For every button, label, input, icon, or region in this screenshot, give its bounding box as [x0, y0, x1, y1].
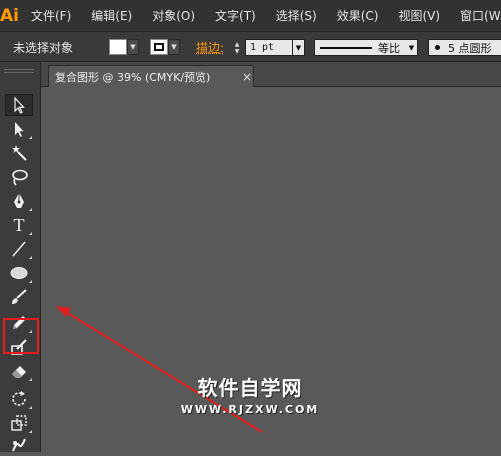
menu-effect[interactable]: 效果(C) — [337, 7, 379, 24]
menu-select[interactable]: 选择(S) — [276, 7, 317, 24]
eraser-icon — [12, 366, 26, 378]
brush-dot-icon — [435, 45, 440, 50]
pen-icon — [14, 193, 24, 208]
type-tool[interactable]: T — [5, 214, 33, 236]
scale-icon — [11, 415, 27, 431]
magic-wand-icon — [12, 145, 27, 161]
paintbrush-icon — [12, 289, 27, 304]
stroke-dropdown-arrow-icon[interactable]: ▼ — [168, 39, 180, 55]
rotate-tool[interactable] — [5, 388, 33, 410]
rotate-icon — [12, 391, 26, 406]
menu-bar: Ai 文件(F) 编辑(E) 对象(O) 文字(T) 选择(S) 效果(C) 视… — [0, 0, 501, 32]
ellipse-tool-highlight — [3, 318, 39, 354]
weight-spinner-icon[interactable]: ▲ ▼ — [230, 39, 244, 56]
variable-width-profile[interactable]: 等比 — [314, 39, 407, 56]
lasso-icon — [12, 169, 28, 186]
menu-items: 文件(F) 编辑(E) 对象(O) 文字(T) 选择(S) 效果(C) 视图(V… — [31, 7, 501, 24]
document-tab[interactable]: 复合图形 @ 39% (CMYK/预览) × — [48, 65, 254, 87]
menu-edit[interactable]: 编辑(E) — [91, 7, 132, 24]
selection-status: 未选择对象 — [13, 40, 74, 55]
profile-dropdown-icon[interactable]: ▼ — [406, 39, 418, 56]
line-segment-tool[interactable] — [5, 238, 33, 260]
direct-selection-tool[interactable] — [5, 118, 33, 140]
menu-file[interactable]: 文件(F) — [31, 7, 71, 24]
profile-label: 等比 — [378, 41, 400, 55]
document-tab-strip: 复合图形 @ 39% (CMYK/预览) × — [41, 62, 501, 87]
tools-panel: T — [0, 62, 41, 452]
line-icon — [12, 241, 26, 257]
brush-label: 5 点圆形 — [448, 41, 492, 55]
stroke-weight-field[interactable]: 1 pt — [245, 39, 293, 56]
selection-arrow-icon — [14, 96, 25, 114]
pen-tool[interactable] — [5, 190, 33, 212]
close-icon[interactable]: × — [242, 70, 252, 84]
panel-grip[interactable] — [4, 69, 34, 73]
ellipse-tool[interactable] — [5, 262, 33, 284]
menu-view[interactable]: 视图(V) — [398, 7, 440, 24]
stroke-weight-dropdown-icon[interactable]: ▼ — [293, 39, 305, 56]
type-icon: T — [13, 214, 25, 235]
watermark: 软件自学网 WWW.RJZXW.COM — [180, 372, 320, 416]
fill-dropdown-arrow-icon[interactable]: ▼ — [127, 39, 139, 55]
eraser-tool[interactable] — [5, 360, 33, 382]
ellipse-icon — [10, 267, 28, 279]
control-bar: 未选择对象 ▼ ▼ 描边: ▲ ▼ 1 pt ▼ 等比 ▼ 5 点圆形 — [0, 32, 501, 62]
fill-color-swatch[interactable] — [109, 39, 127, 55]
watermark-main-text: 软件自学网 — [197, 376, 303, 400]
direct-selection-icon — [15, 122, 24, 137]
app-logo: Ai — [0, 5, 19, 26]
menu-object[interactable]: 对象(O) — [152, 7, 195, 24]
menu-type[interactable]: 文字(T) — [215, 7, 256, 24]
magic-wand-tool[interactable] — [5, 142, 33, 164]
document-tab-title: 复合图形 @ 39% (CMYK/预览) — [55, 70, 211, 84]
lasso-tool[interactable] — [5, 166, 33, 188]
stroke-color-swatch[interactable] — [150, 39, 168, 55]
warp-icon — [12, 438, 26, 452]
scale-tool[interactable] — [5, 412, 33, 434]
brush-definition[interactable]: 5 点圆形 — [428, 39, 501, 56]
profile-line-icon — [320, 46, 372, 49]
selection-tool[interactable] — [5, 94, 33, 116]
stroke-label[interactable]: 描边: — [196, 32, 224, 62]
paintbrush-tool[interactable] — [5, 286, 33, 308]
menu-window[interactable]: 窗口(W) — [460, 7, 501, 24]
puppet-warp-tool[interactable] — [5, 434, 33, 456]
watermark-url-text: WWW.RJZXW.COM — [180, 403, 320, 416]
